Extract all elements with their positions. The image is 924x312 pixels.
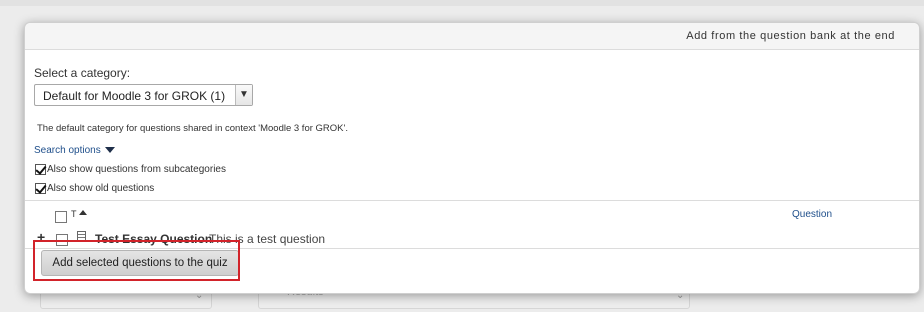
search-options-label: Search options xyxy=(34,145,101,156)
sort-ascending-icon xyxy=(78,210,87,215)
option-old-questions[interactable]: Also show old questions xyxy=(35,183,154,194)
question-text: This is a test question xyxy=(209,232,326,246)
category-description: The default category for questions share… xyxy=(37,123,348,134)
old-questions-label: Also show old questions xyxy=(47,183,155,194)
select-all-checkbox[interactable] xyxy=(55,210,67,223)
question-name: Test Essay Question xyxy=(95,232,213,246)
question-column-header[interactable]: Question xyxy=(792,209,832,220)
row-checkbox[interactable] xyxy=(56,233,68,246)
select-all-checkbox-wrap[interactable] xyxy=(55,208,67,226)
question-table-header: T Question xyxy=(25,200,919,226)
dialog-header: Add from the question bank at the end xyxy=(25,23,919,50)
old-questions-checkbox[interactable] xyxy=(35,183,46,194)
question-bank-dialog: Add from the question bank at the end Se… xyxy=(24,22,920,294)
footer-divider xyxy=(25,248,919,249)
add-selected-questions-button[interactable]: Add selected questions to the quiz xyxy=(41,250,239,276)
essay-icon xyxy=(77,231,86,242)
category-select[interactable]: Default for Moodle 3 for GROK (1) ▼ xyxy=(34,84,253,106)
dialog-title: Add from the question bank at the end xyxy=(686,30,895,42)
search-options-toggle[interactable]: Search options xyxy=(34,145,115,156)
sort-by-type[interactable]: T xyxy=(71,209,87,219)
table-row: + Test Essay Question This is a test que… xyxy=(25,226,919,248)
caret-down-icon xyxy=(104,147,115,154)
category-select-value: Default for Moodle 3 for GROK (1) xyxy=(43,89,226,103)
chevron-down-icon[interactable]: ▼ xyxy=(235,85,252,105)
subcategories-checkbox[interactable] xyxy=(35,164,46,175)
option-subcategories[interactable]: Also show questions from subcategories xyxy=(35,164,226,175)
add-single-question-icon[interactable]: + xyxy=(37,229,45,245)
category-label: Select a category: xyxy=(34,66,131,80)
row-checkbox-wrap[interactable] xyxy=(56,231,68,249)
subcategories-label: Also show questions from subcategories xyxy=(47,164,226,175)
type-column-label: T xyxy=(71,209,77,219)
background-strip xyxy=(0,0,924,6)
